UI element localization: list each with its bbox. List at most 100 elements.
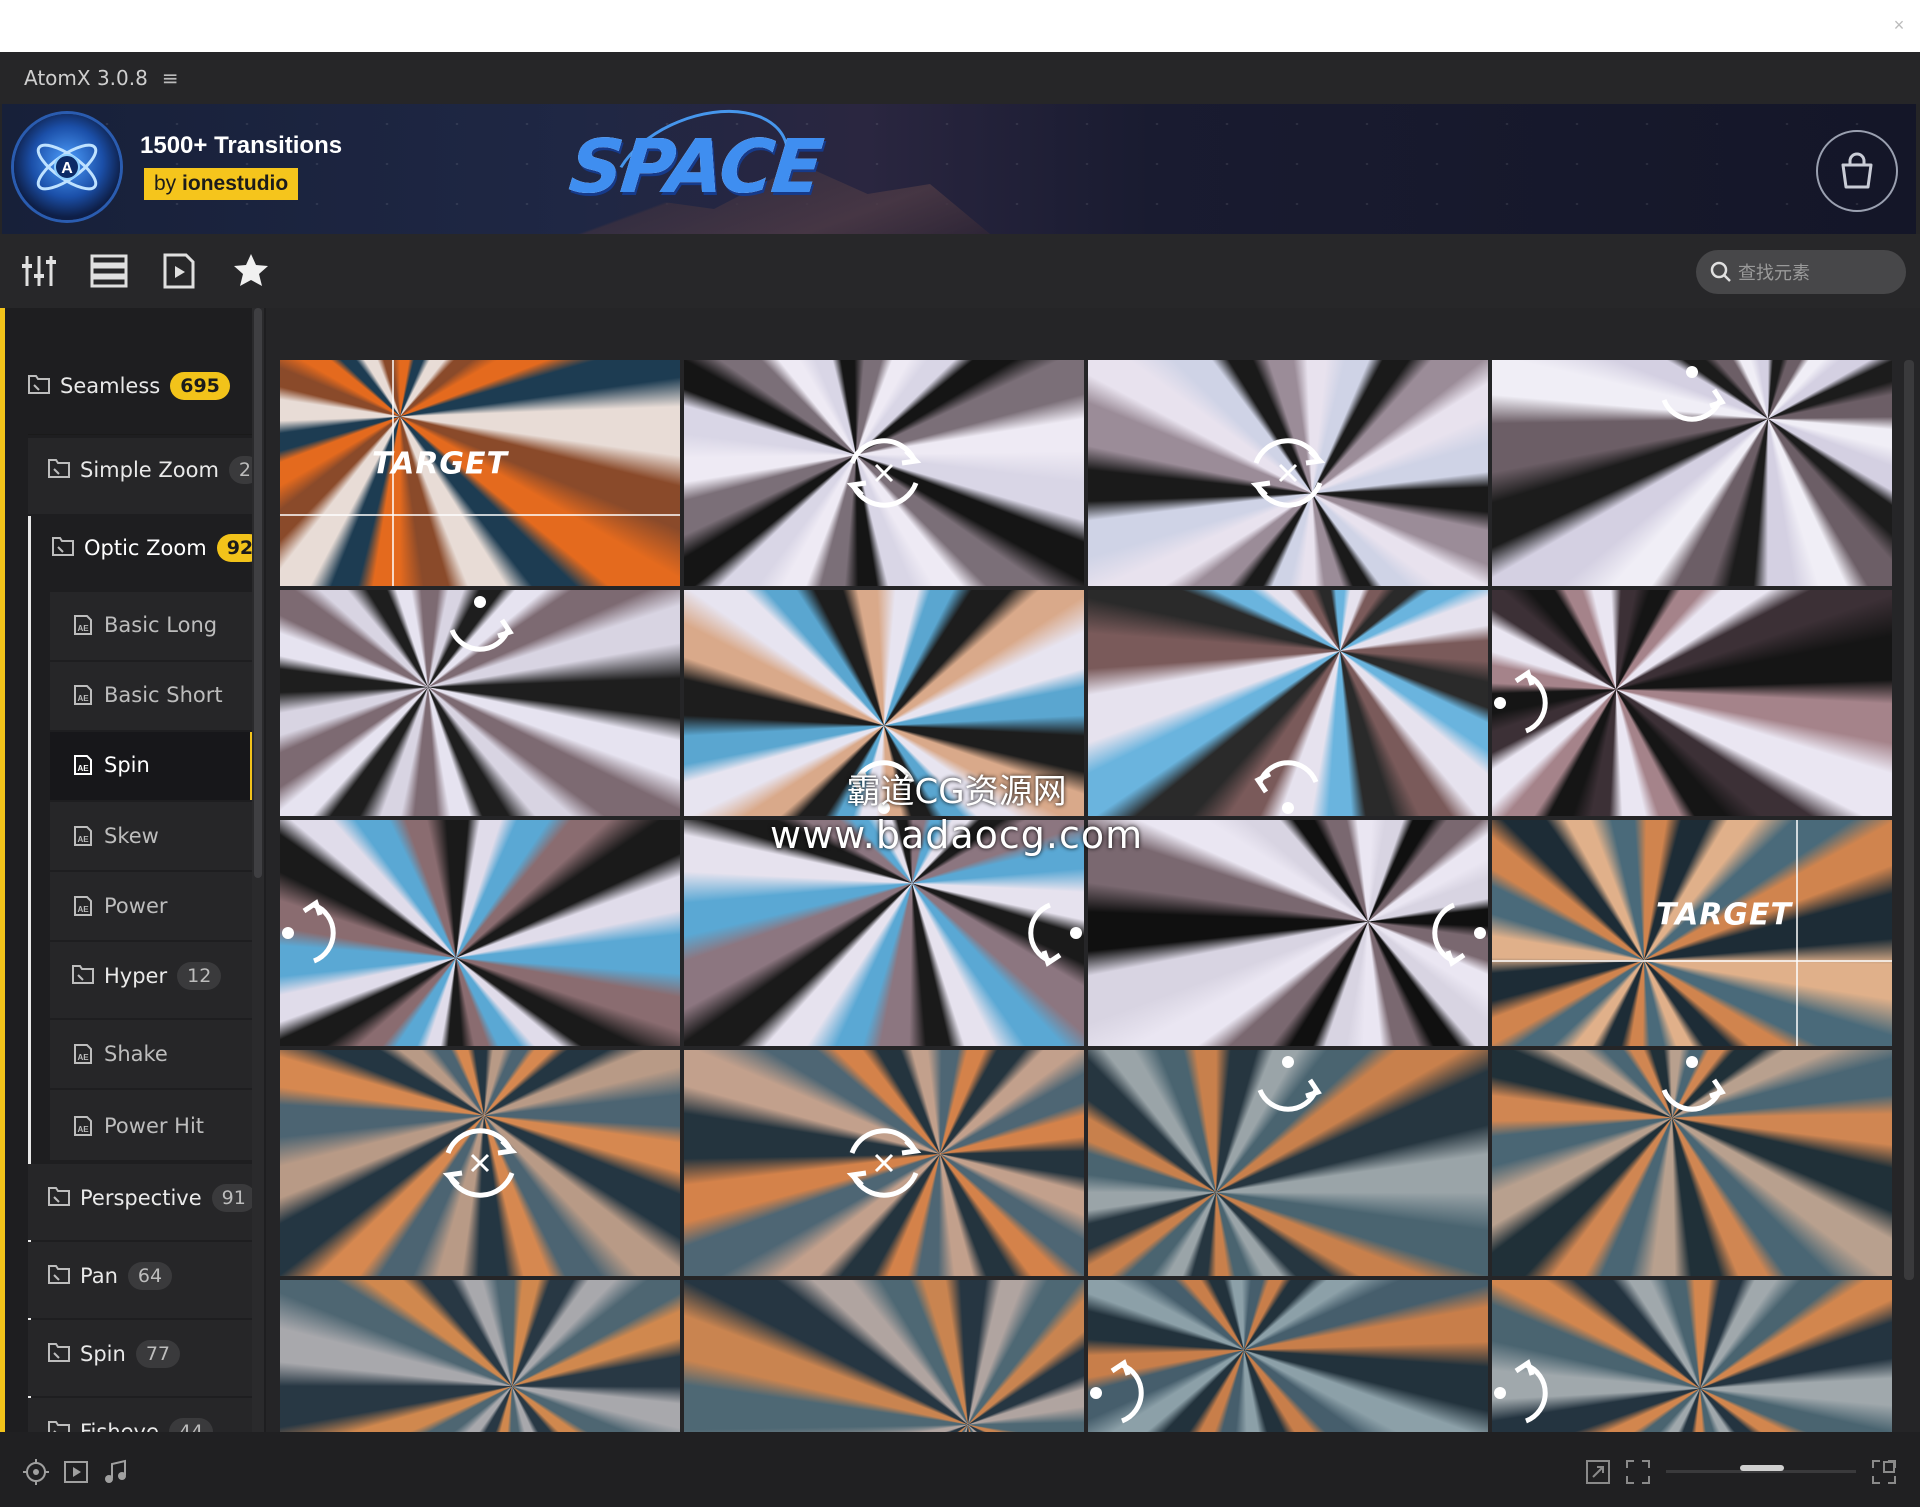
rotate-arrow-icon xyxy=(282,899,336,964)
rotate-arrow-icon xyxy=(449,596,514,652)
list-item-skew[interactable]: AE Skew xyxy=(72,824,159,848)
transition-thumbnail[interactable] xyxy=(1492,1280,1892,1432)
crosshair-line xyxy=(1796,820,1798,1046)
category-simple-zoom[interactable]: Simple Zoom 2 xyxy=(46,456,262,484)
transition-thumbnail[interactable] xyxy=(1492,360,1892,586)
folder-icon xyxy=(48,1265,70,1284)
svg-text:AE: AE xyxy=(77,835,89,844)
transition-thumbnail[interactable] xyxy=(280,1050,680,1276)
transition-thumbnail[interactable] xyxy=(1492,1050,1892,1276)
item-label: Basic Long xyxy=(104,613,218,637)
category-label: Seamless xyxy=(60,374,161,398)
item-label: Power xyxy=(104,894,168,918)
transition-thumbnail[interactable] xyxy=(1088,360,1488,586)
app-title: AtomX 3.0.8 xyxy=(24,66,148,90)
folder-icon xyxy=(52,537,74,556)
divider xyxy=(28,434,254,435)
category-count: 64 xyxy=(127,1262,173,1290)
close-window-icon[interactable]: × xyxy=(1884,10,1914,40)
item-label: Spin xyxy=(104,753,150,777)
ae-file-icon: AE xyxy=(74,685,92,705)
svg-text:AE: AE xyxy=(77,905,89,914)
category-fisheye[interactable]: Fisheye 44 xyxy=(46,1418,214,1432)
zoom-slider-knob[interactable] xyxy=(1740,1465,1784,1471)
category-optic-zoom[interactable]: Optic Zoom 92 xyxy=(50,534,264,562)
transition-thumbnail[interactable] xyxy=(1088,1050,1488,1276)
watermark-line2: www.badaocg.com xyxy=(770,813,1144,857)
item-label: Basic Short xyxy=(104,683,223,707)
crosshair-line xyxy=(392,360,394,586)
rotate-arrow-icon xyxy=(1661,1056,1726,1112)
svg-text:AE: AE xyxy=(77,624,89,633)
target-label: TARGET xyxy=(1655,897,1793,933)
category-label: Perspective xyxy=(80,1186,202,1210)
rotate-arrow-icon xyxy=(430,1406,530,1432)
transition-thumbnail[interactable] xyxy=(684,1280,1084,1432)
scrollbar-thumb[interactable] xyxy=(254,308,262,878)
resize-icon[interactable] xyxy=(1584,1458,1612,1486)
category-seamless[interactable]: Seamless 695 xyxy=(26,372,230,400)
star-icon[interactable] xyxy=(230,250,272,292)
hamburger-icon[interactable]: ≡ xyxy=(162,66,179,90)
window-icon[interactable] xyxy=(1870,1458,1898,1486)
search-input[interactable]: 查找元素 xyxy=(1696,250,1906,294)
transition-thumbnail[interactable] xyxy=(280,1280,680,1432)
by-prefix: by xyxy=(154,172,177,195)
list-item-shake[interactable]: AE Shake xyxy=(72,1042,168,1066)
transition-thumbnail[interactable] xyxy=(1492,590,1892,816)
sidebar-scrollbar[interactable] xyxy=(252,308,264,1432)
svg-text:AE: AE xyxy=(77,1125,89,1134)
crosshair-line xyxy=(280,513,680,516)
sliders-icon[interactable] xyxy=(18,250,60,292)
app-window: AtomX 3.0.8 ≡ A 1500+ Transitions by ion… xyxy=(0,52,1920,1507)
category-label: Optic Zoom xyxy=(84,536,207,560)
list-item-basic-short[interactable]: AE Basic Short xyxy=(72,683,223,707)
category-hyper[interactable]: Hyper 12 xyxy=(70,962,222,990)
folder-icon xyxy=(48,1343,70,1362)
svg-text:AE: AE xyxy=(77,1053,89,1062)
ae-file-icon: AE xyxy=(74,755,92,775)
category-count: 12 xyxy=(177,962,222,990)
target-icon[interactable] xyxy=(22,1458,50,1486)
transition-thumbnail[interactable]: TARGET xyxy=(280,360,680,586)
transition-thumbnail[interactable] xyxy=(280,820,680,1046)
folder-icon xyxy=(48,459,70,478)
video-icon[interactable] xyxy=(62,1458,90,1486)
search-placeholder: 查找元素 xyxy=(1738,263,1810,284)
banner-headline: 1500+ Transitions xyxy=(140,132,343,159)
transition-thumbnail[interactable] xyxy=(280,590,680,816)
rotate-arrow-icon xyxy=(846,438,922,508)
folder-icon xyxy=(72,965,94,984)
list-icon[interactable] xyxy=(88,250,130,292)
category-spin[interactable]: Spin 77 xyxy=(46,1340,180,1368)
transition-thumbnail[interactable] xyxy=(684,1050,1084,1276)
rotate-arrow-icon xyxy=(1661,366,1726,422)
category-perspective[interactable]: Perspective 91 xyxy=(46,1184,256,1212)
search-icon xyxy=(1710,261,1732,283)
rotate-arrow-icon xyxy=(1494,1359,1548,1424)
transition-thumbnail[interactable]: TARGET xyxy=(1492,820,1892,1046)
crosshair-line xyxy=(1492,960,1892,963)
transition-thumbnail[interactable] xyxy=(1088,1280,1488,1432)
video-file-icon[interactable] xyxy=(158,250,200,292)
list-item-basic-long[interactable]: AE Basic Long xyxy=(72,613,217,637)
shopping-bag-button[interactable] xyxy=(1816,130,1898,212)
transition-thumbnail[interactable] xyxy=(1088,820,1488,1046)
fullscreen-icon[interactable] xyxy=(1624,1458,1652,1486)
list-item-power[interactable]: AE Power xyxy=(72,894,168,918)
svg-text:AE: AE xyxy=(77,764,89,773)
ae-file-icon: AE xyxy=(74,1044,92,1064)
promo-banner[interactable]: A 1500+ Transitions by ionestudio SPACE xyxy=(2,104,1916,234)
sidebar-accent-bar xyxy=(0,308,5,1432)
folder-icon xyxy=(28,375,50,394)
transition-thumbnail[interactable] xyxy=(684,360,1084,586)
transition-thumbnail[interactable] xyxy=(1088,590,1488,816)
list-item-spin[interactable]: AE Spin xyxy=(72,753,150,777)
category-label: Fisheye xyxy=(80,1420,159,1432)
category-pan[interactable]: Pan 64 xyxy=(46,1262,173,1290)
grid-scrollbar[interactable] xyxy=(1904,360,1914,1280)
music-icon[interactable] xyxy=(102,1458,130,1486)
list-item-power-hit[interactable]: AE Power Hit xyxy=(72,1114,204,1138)
ae-file-icon: AE xyxy=(74,615,92,635)
rotate-arrow-icon xyxy=(1257,1056,1322,1112)
